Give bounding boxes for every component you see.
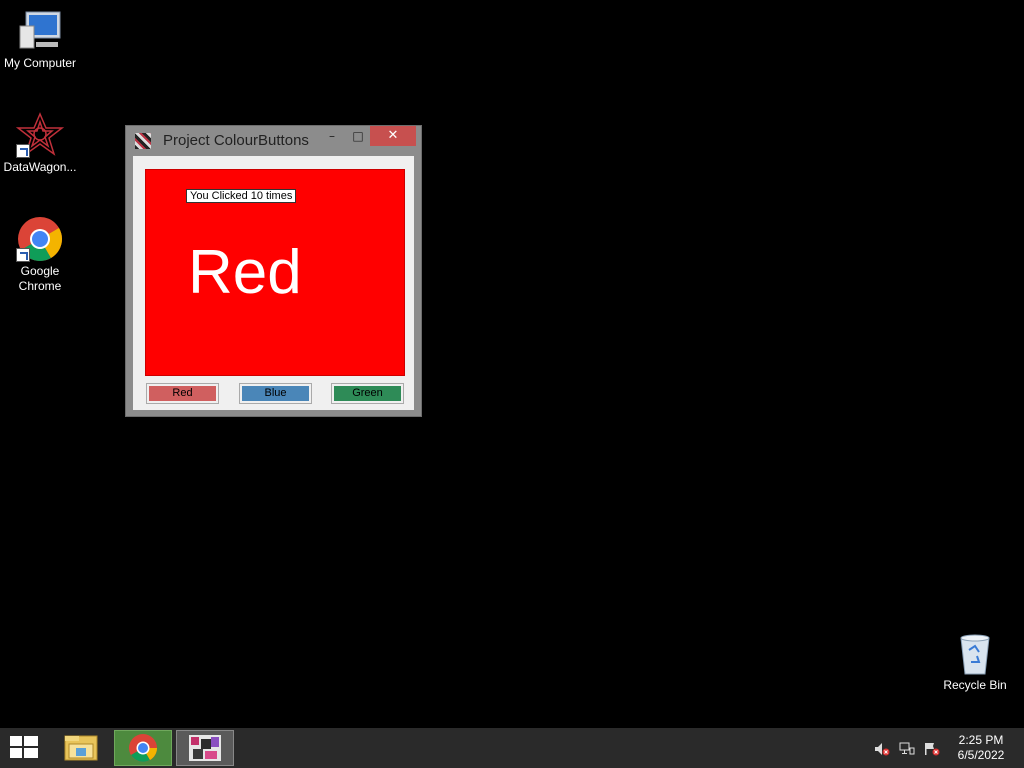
speaker-muted-icon[interactable] [874,742,890,756]
green-button-label: Green [334,386,401,401]
action-center-flag-icon[interactable] [924,742,940,756]
clock-time: 2:25 PM [958,733,1004,747]
clock-date: 6/5/2022 [957,748,1005,762]
red-button[interactable]: Red [146,383,219,404]
windows-start-icon[interactable] [10,736,40,760]
maximize-button[interactable]: □ [348,126,368,146]
blue-button[interactable]: Blue [239,383,312,404]
blue-button-label: Blue [242,386,309,401]
desktop-icon-label: DataWagon... [3,160,77,174]
colour-panel: You Clicked 10 times Red [145,169,405,376]
shortcut-arrow-icon [16,144,30,158]
chrome-taskbar-icon[interactable] [114,730,172,766]
recycle-bin-icon [955,632,995,676]
desktop-icon-google-chrome[interactable]: Google Chrome [0,216,80,294]
network-icon[interactable] [899,742,915,755]
chrome-icon [16,216,64,262]
system-clock[interactable]: 2:25 PM 6/5/2022 [948,733,1014,763]
file-explorer-icon[interactable] [52,730,110,766]
desktop-icon-label: Recycle Bin [943,678,1007,692]
app-window: Project ColourButtons – □ ✕ You Clicked … [125,125,422,417]
desktop-icon-my-computer[interactable]: My Computer [0,8,80,71]
window-titlebar[interactable]: Project ColourButtons – □ ✕ [126,126,421,156]
datawagon-icon [15,112,65,158]
taskbar: 2:25 PM 6/5/2022 [0,728,1024,768]
computer-icon [16,8,64,54]
minimize-button[interactable]: – [322,126,342,146]
desktop-icon-label: Google Chrome [18,264,62,293]
desktop-icon-label: My Computer [3,56,77,70]
click-count-label: You Clicked 10 times [186,189,297,203]
window-client-area: You Clicked 10 times Red Red Blue Green [133,156,414,410]
close-button[interactable]: ✕ [370,126,416,146]
red-button-label: Red [149,386,216,401]
window-title: Project ColourButtons [163,132,309,149]
colour-name-text: Red [188,238,302,307]
app-icon [135,133,151,149]
green-button[interactable]: Green [331,383,404,404]
shortcut-arrow-icon [16,248,30,262]
colourbuttons-app-icon[interactable] [176,730,234,766]
desktop-icon-recycle-bin[interactable]: Recycle Bin [935,632,1015,693]
desktop-icon-datawagon[interactable]: DataWagon... [0,112,80,175]
